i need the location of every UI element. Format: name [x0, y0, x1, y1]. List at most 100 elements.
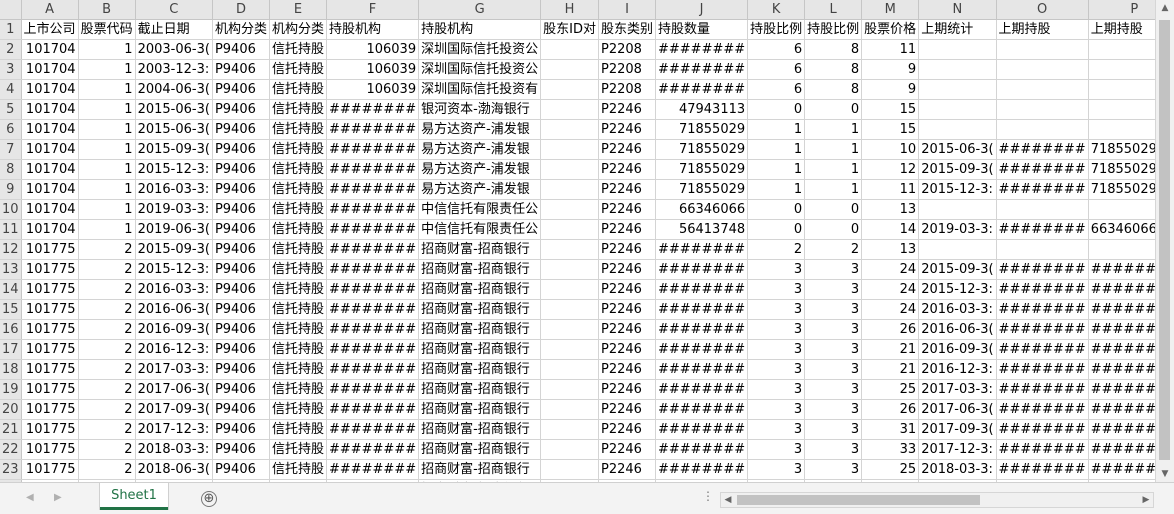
scroll-up-icon[interactable]: ▲ — [1156, 0, 1174, 16]
cell[interactable]: 2016-12-3: — [135, 339, 213, 360]
cell[interactable]: 招商财富-招商银行 — [418, 339, 542, 360]
cell[interactable]: 信托持股 — [269, 59, 327, 80]
cell[interactable]: 2015-06-3( — [135, 119, 213, 140]
cell[interactable]: 1 — [78, 199, 136, 220]
cell[interactable]: 银河资本-渤海银行 — [418, 99, 542, 120]
cell[interactable] — [540, 259, 599, 280]
cell[interactable]: P9406 — [212, 119, 270, 140]
cell[interactable]: 33 — [861, 439, 920, 460]
cell[interactable]: P2208 — [598, 79, 657, 100]
horizontal-scrollbar[interactable]: ◀ ▶ — [720, 492, 1154, 508]
column-header[interactable]: B — [78, 0, 136, 20]
cell[interactable]: 101704 — [21, 219, 79, 240]
cell[interactable]: 2017-03-3: — [135, 359, 213, 380]
row-header[interactable]: 18 — [0, 359, 22, 380]
cell[interactable]: 3 — [804, 359, 863, 380]
cell[interactable]: 2015-09-3( — [918, 159, 997, 180]
cell[interactable]: P2246 — [598, 399, 657, 420]
cell[interactable]: 71855029 — [1088, 159, 1155, 180]
cell[interactable]: 14 — [861, 219, 920, 240]
cell[interactable]: 2015-12-3: — [918, 279, 997, 300]
cell[interactable]: 1 — [78, 159, 136, 180]
cell[interactable]: P2246 — [598, 199, 657, 220]
cell[interactable]: 3 — [804, 259, 863, 280]
cell[interactable]: 2 — [804, 239, 863, 260]
cell[interactable]: ######## — [1088, 259, 1155, 280]
cell[interactable]: P9406 — [212, 59, 270, 80]
cell[interactable]: 101775 — [21, 399, 79, 420]
cell[interactable]: 信托持股 — [269, 139, 327, 160]
cell[interactable] — [540, 459, 599, 480]
cell[interactable]: 2019-06-3( — [135, 219, 213, 240]
cell[interactable]: 信托持股 — [269, 119, 327, 140]
cell[interactable]: 101775 — [21, 439, 79, 460]
cell[interactable]: ######## — [655, 79, 749, 100]
cell[interactable]: P2246 — [598, 339, 657, 360]
cell[interactable] — [540, 179, 599, 200]
cell[interactable]: ######## — [655, 299, 749, 320]
cell[interactable]: ######## — [1088, 339, 1155, 360]
cell[interactable] — [540, 399, 599, 420]
cell[interactable]: 101704 — [21, 199, 79, 220]
cell[interactable]: P9406 — [212, 439, 270, 460]
cell[interactable]: P9406 — [212, 139, 270, 160]
row-header[interactable]: 3 — [0, 59, 22, 80]
cell[interactable]: 8 — [804, 39, 863, 60]
cell[interactable]: ######## — [326, 439, 420, 460]
cell[interactable]: P2246 — [598, 239, 657, 260]
row-header[interactable]: 14 — [0, 279, 22, 300]
header-cell[interactable]: 机构分类 — [212, 19, 270, 40]
vertical-scrollbar[interactable]: ▲ ▼ — [1155, 0, 1174, 482]
cell[interactable]: 深圳国际信托投资有 — [418, 79, 542, 100]
cell[interactable] — [540, 159, 599, 180]
cell[interactable]: 15 — [861, 99, 920, 120]
cell[interactable]: P9406 — [212, 359, 270, 380]
cell[interactable]: 24 — [861, 259, 920, 280]
cell[interactable] — [918, 79, 997, 100]
cell[interactable]: 3 — [804, 339, 863, 360]
cell[interactable]: 信托持股 — [269, 239, 327, 260]
header-cell[interactable]: 机构分类 — [269, 19, 327, 40]
cell[interactable]: ######## — [326, 359, 420, 380]
cell[interactable]: ######## — [655, 379, 749, 400]
cell[interactable]: 1 — [78, 179, 136, 200]
cell[interactable]: 2015-06-3( — [135, 99, 213, 120]
column-header[interactable]: A — [21, 0, 79, 20]
cell[interactable]: 1 — [747, 159, 806, 180]
cell[interactable]: 3 — [804, 439, 863, 460]
cell[interactable]: ######## — [326, 339, 420, 360]
cell[interactable]: 101704 — [21, 99, 79, 120]
select-all-corner[interactable] — [0, 0, 22, 20]
cell[interactable] — [540, 219, 599, 240]
spreadsheet-grid[interactable]: ABCDEFGHIJKLMNOPQR 1上市公司股票代码截止日期机构分类机构分类… — [0, 0, 1155, 482]
cell[interactable]: 信托持股 — [269, 199, 327, 220]
cell[interactable]: 信托持股 — [269, 219, 327, 240]
next-sheet-icon[interactable]: ▶ — [54, 492, 62, 503]
cell[interactable]: 25 — [861, 459, 920, 480]
cell[interactable]: P9406 — [212, 239, 270, 260]
cell[interactable]: 3 — [747, 439, 806, 460]
cell[interactable]: ######## — [326, 259, 420, 280]
cell[interactable]: 11 — [861, 39, 920, 60]
cell[interactable]: 2016-09-3( — [918, 339, 997, 360]
cell[interactable]: 26 — [861, 399, 920, 420]
cell[interactable]: 2019-03-3: — [918, 219, 997, 240]
cell[interactable]: 56413748 — [655, 219, 749, 240]
cell[interactable]: 信托持股 — [269, 39, 327, 60]
cell[interactable]: 招商财富-招商银行 — [418, 399, 542, 420]
cell[interactable]: 信托持股 — [269, 79, 327, 100]
cell[interactable]: 1 — [78, 119, 136, 140]
cell[interactable]: P9406 — [212, 39, 270, 60]
cell[interactable]: ######## — [326, 179, 420, 200]
cell[interactable]: 25 — [861, 379, 920, 400]
cell[interactable]: 101775 — [21, 259, 79, 280]
cell[interactable]: 3 — [747, 259, 806, 280]
cell[interactable]: 招商财富-招商银行 — [418, 299, 542, 320]
row-header[interactable]: 1 — [0, 19, 22, 40]
cell[interactable]: 1 — [78, 39, 136, 60]
cell[interactable]: 2017-03-3: — [918, 379, 997, 400]
cell[interactable]: 招商财富-招商银行 — [418, 419, 542, 440]
cell[interactable] — [1088, 119, 1155, 140]
cell[interactable]: 2004-06-3( — [135, 79, 213, 100]
header-cell[interactable]: 股东类别 — [598, 19, 657, 40]
